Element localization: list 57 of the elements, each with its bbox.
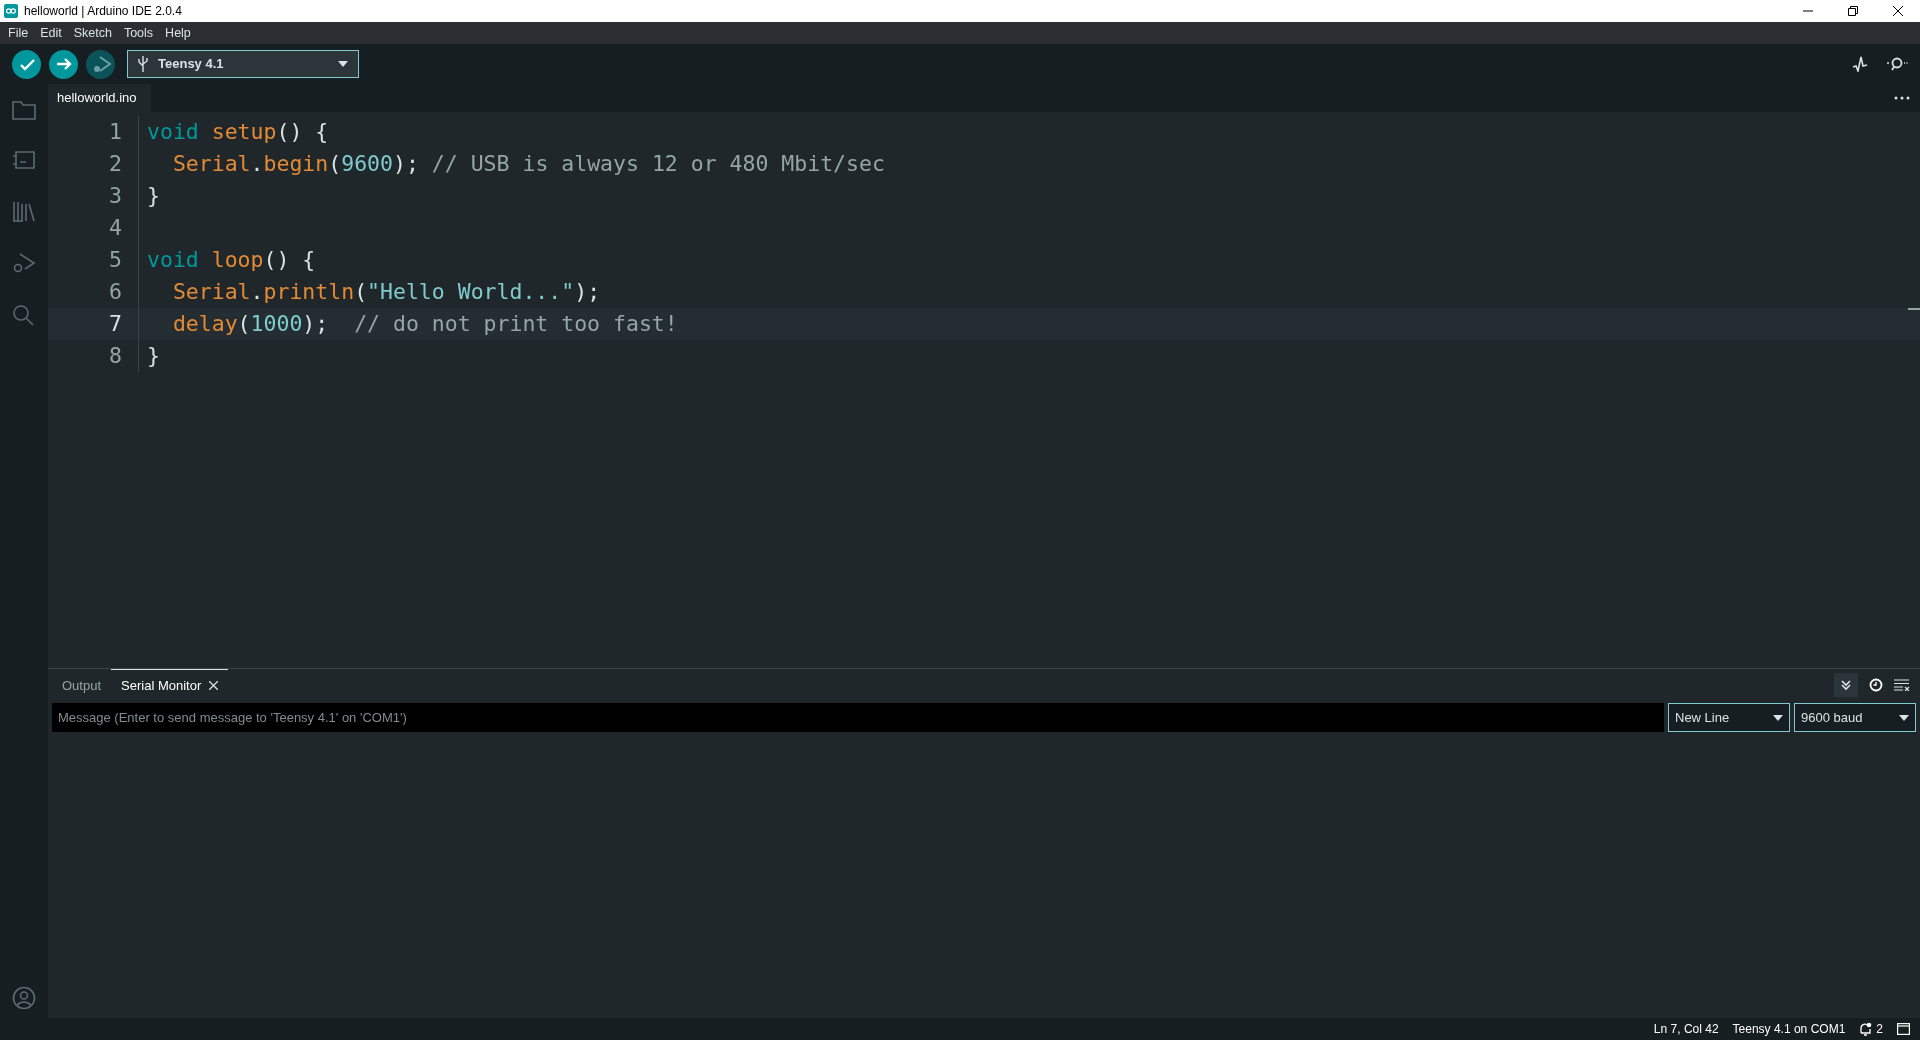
line-number: 8 (108, 341, 123, 370)
board-port: Teensy 4.1 on COM1 (1732, 1021, 1846, 1038)
double-chevron-icon (1840, 679, 1852, 691)
code-line: } (147, 181, 160, 210)
board-icon[interactable] (12, 150, 36, 170)
autoscroll-button[interactable] (1834, 673, 1858, 697)
line-number: 4 (108, 213, 123, 242)
line-number: 1 (108, 117, 123, 146)
upload-button[interactable] (49, 49, 78, 79)
window-title: helloworld | Arduino IDE 2.0.4 (24, 3, 183, 20)
code-line: void setup() { (147, 117, 329, 146)
serial-plotter-icon[interactable] (1852, 56, 1868, 72)
search-icon[interactable] (12, 304, 36, 326)
caret-icon (1899, 714, 1909, 721)
board-selector[interactable]: Teensy 4.1 (127, 50, 359, 78)
code-line: void loop() { (147, 245, 316, 274)
menu-item[interactable]: Tools (117, 23, 160, 43)
restore-icon (1847, 6, 1858, 16)
folder-icon[interactable] (12, 100, 36, 120)
usb-icon (138, 56, 148, 72)
clock-icon (1869, 678, 1883, 692)
verify-button[interactable] (12, 49, 41, 79)
cursor-position: Ln 7, Col 42 (1653, 1021, 1719, 1038)
baud-rate-dropdown[interactable]: 9600 baud (1794, 703, 1916, 732)
caret-icon (338, 61, 348, 67)
line-number: 7 (108, 309, 123, 338)
library-icon[interactable] (12, 200, 36, 222)
app-logo-icon (4, 4, 18, 18)
message-input[interactable]: Message (Enter to send message to 'Teensy 4.1' on 'COM1') (52, 703, 1664, 732)
code-line: Serial.begin(9600); // USB is always 12 or 480 Mbit/sec (171, 149, 885, 178)
file-tab[interactable]: helloworld.ino (48, 84, 151, 112)
line-number: 6 (108, 277, 123, 306)
line-number: 2 (108, 149, 123, 178)
close-icon[interactable] (209, 681, 219, 690)
line-number: 3 (108, 181, 123, 210)
more-icon[interactable] (1894, 96, 1910, 100)
menu-item[interactable]: Help (159, 23, 197, 43)
account-icon[interactable] (12, 986, 36, 1010)
line-ending-dropdown[interactable]: New Line (1668, 703, 1790, 732)
panel-toggle-icon[interactable] (1897, 1023, 1910, 1035)
close-icon (1892, 6, 1903, 16)
panel-tab[interactable]: Output (52, 669, 112, 701)
notification-bell-icon[interactable] (1859, 1022, 1873, 1036)
code-line: Serial.println("Hello World..."); (171, 277, 601, 306)
debug-icon[interactable] (12, 252, 36, 274)
line-number: 5 (108, 245, 123, 274)
scrollbar-marker (1908, 308, 1920, 310)
menu-item[interactable]: File (2, 23, 35, 43)
code-line: } (147, 341, 160, 370)
code-line: delay(1000); // do not print too fast! (171, 309, 678, 338)
notification-count: 2 (1876, 1021, 1883, 1038)
menu-item[interactable]: Sketch (67, 23, 118, 43)
panel-tab[interactable]: Serial Monitor (111, 669, 229, 701)
serial-monitor-icon[interactable] (1886, 56, 1908, 72)
clear-icon (1894, 679, 1910, 691)
menu-item[interactable]: Edit (34, 23, 68, 43)
caret-icon (1773, 714, 1783, 721)
